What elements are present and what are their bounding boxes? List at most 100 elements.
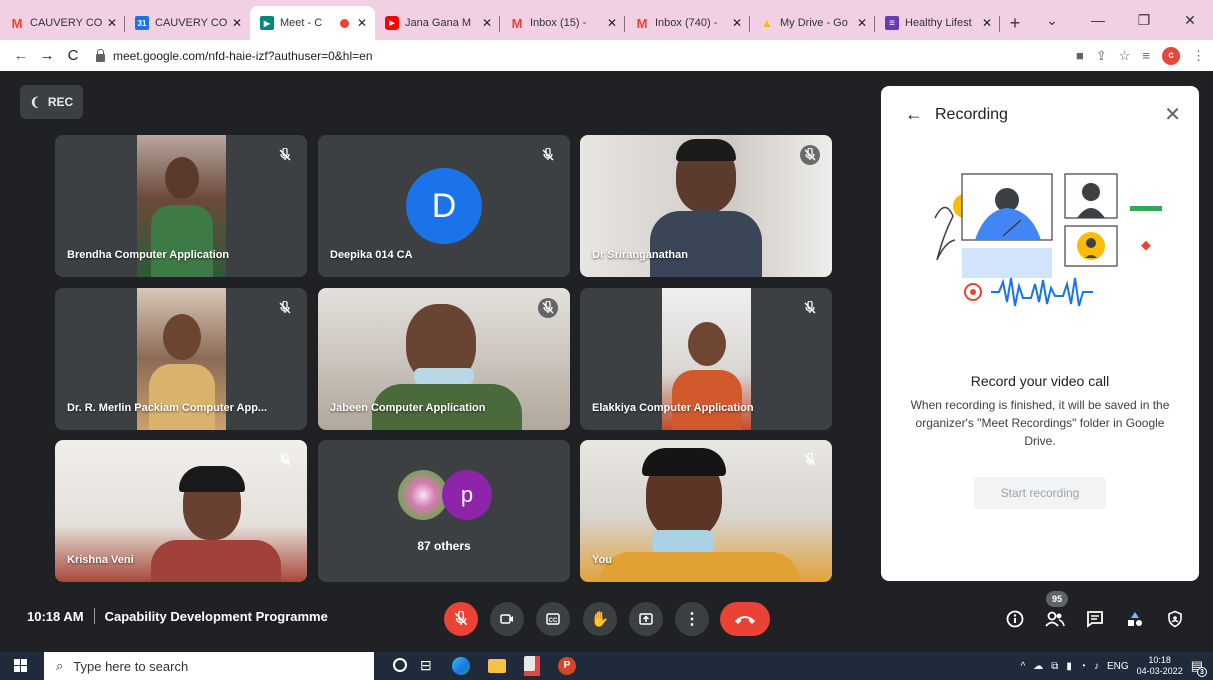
camera-in-use-icon[interactable]: ■ — [1076, 48, 1084, 63]
start-recording-button[interactable]: Start recording — [974, 477, 1106, 509]
wifi-icon[interactable]: ◔ — [1080, 661, 1086, 672]
chat-icon — [1087, 611, 1103, 628]
browser-tab[interactable]: 31 CAUVERY CO ✕ — [125, 6, 250, 40]
tab-close-icon[interactable]: ✕ — [355, 16, 369, 30]
participant-tile[interactable]: Krishna Veni — [55, 440, 307, 582]
powerpoint-icon[interactable]: P — [558, 657, 576, 675]
minimize-icon[interactable]: — — [1075, 12, 1121, 28]
meeting-title: Capability Development Programme — [104, 608, 328, 624]
participant-tile[interactable]: Dr. R. Merlin Packiam Computer App... — [55, 288, 307, 430]
recording-badge[interactable]: ❨ REC — [20, 85, 83, 119]
tab-close-icon[interactable]: ✕ — [980, 16, 994, 30]
share-icon[interactable]: ⇪ — [1096, 48, 1107, 64]
clock-date: 04-03-2022 — [1136, 666, 1183, 676]
participant-tile[interactable]: Jabeen Computer Application — [318, 288, 570, 430]
activities-button[interactable] — [1120, 604, 1150, 634]
tab-close-icon[interactable]: ✕ — [480, 16, 494, 30]
volume-icon[interactable]: ♪ — [1094, 661, 1099, 672]
participant-avatar: D — [406, 168, 482, 244]
people-button[interactable] — [1040, 604, 1070, 634]
new-tab-button[interactable]: + — [1000, 6, 1030, 40]
participant-tile[interactable]: Brendha Computer Application — [55, 135, 307, 277]
participant-tile[interactable]: p 87 others — [318, 440, 570, 582]
browser-tab-active[interactable]: ▶ Meet - C ✕ — [250, 6, 375, 40]
task-view-icon[interactable]: ⊟ — [420, 657, 432, 674]
tab-title: CAUVERY CO — [30, 17, 103, 29]
language-indicator[interactable]: ENG — [1107, 661, 1129, 672]
participant-avatar: p — [442, 470, 492, 520]
address-bar: ← → C meet.google.com/nfd-haie-izf?authu… — [0, 40, 1213, 71]
present-button[interactable] — [629, 602, 663, 636]
bookmark-star-icon[interactable]: ☆ — [1119, 48, 1131, 64]
more-options-button[interactable]: ⋮ — [675, 602, 709, 636]
tab-close-icon[interactable]: ✕ — [605, 16, 619, 30]
tray-expand-icon[interactable]: ^ — [1021, 661, 1026, 672]
tab-title: Inbox (15) - — [530, 17, 587, 29]
host-controls-button[interactable] — [1160, 604, 1190, 634]
back-arrow-icon[interactable]: ← — [905, 104, 923, 125]
network-icon[interactable]: ⧉ — [1051, 661, 1058, 672]
url-text: meet.google.com/nfd-haie-izf?authuser=0&… — [113, 48, 373, 63]
mic-off-icon — [538, 145, 558, 165]
tab-close-icon[interactable]: ✕ — [105, 16, 119, 30]
notification-count: 3 — [1197, 667, 1207, 677]
close-window-icon[interactable]: ✕ — [1167, 12, 1213, 29]
drive-icon: ▲ — [761, 16, 773, 30]
mic-toggle-button[interactable] — [444, 602, 478, 636]
meeting-info: 10:18 AM Capability Development Programm… — [27, 608, 328, 624]
browser-tab-strip: M CAUVERY CO ✕ 31 CAUVERY CO ✕ ▶ Meet - … — [0, 0, 1213, 40]
profile-avatar[interactable]: c — [1162, 46, 1180, 65]
lock-icon[interactable] — [96, 48, 105, 62]
windows-start-icon[interactable] — [14, 659, 27, 672]
notifications-icon[interactable]: ▤ 3 — [1191, 658, 1207, 677]
recording-panel: ← Recording ✕ Record your video call Whe… — [881, 86, 1199, 581]
tab-close-icon[interactable]: ✕ — [230, 16, 244, 30]
reading-list-icon[interactable]: ≡ — [1142, 48, 1150, 63]
chat-button[interactable] — [1080, 604, 1110, 634]
participant-tile[interactable]: Dr Sriranganathan — [580, 135, 832, 277]
taskbar-search-box[interactable]: ⌕ Type here to search — [44, 652, 374, 680]
cortana-icon[interactable] — [393, 658, 407, 672]
pinned-app-icon[interactable] — [524, 656, 540, 676]
participant-video — [580, 440, 832, 582]
meeting-details-button[interactable] — [1000, 604, 1030, 634]
camera-toggle-button[interactable] — [490, 602, 524, 636]
tab-title: My Drive - Go — [780, 17, 848, 29]
reload-icon[interactable]: C — [60, 47, 86, 64]
participant-tile-self[interactable]: You — [580, 440, 832, 582]
back-icon[interactable]: ← — [8, 47, 34, 64]
captions-button[interactable]: CC — [536, 602, 570, 636]
browser-tab[interactable]: M Inbox (740) - ✕ — [625, 6, 750, 40]
recording-description: When recording is finished, it will be s… — [910, 398, 1170, 448]
close-panel-icon[interactable]: ✕ — [1164, 102, 1181, 127]
captions-icon: CC — [546, 613, 560, 625]
taskbar-clock[interactable]: 10:18 04-03-2022 — [1137, 655, 1183, 677]
leave-call-button[interactable] — [720, 602, 770, 636]
browser-tab[interactable]: ▲ My Drive - Go ✕ — [750, 6, 875, 40]
browser-tab[interactable]: ≡ Healthy Lifest ✕ — [875, 6, 1000, 40]
meeting-time: 10:18 AM — [27, 608, 84, 624]
edge-icon[interactable] — [452, 657, 470, 675]
browser-tab[interactable]: ▶ Jana Gana M ✕ — [375, 6, 500, 40]
browser-tab[interactable]: M CAUVERY CO ✕ — [0, 6, 125, 40]
tab-close-icon[interactable]: ✕ — [730, 16, 744, 30]
participant-name: Deepika 014 CA — [330, 249, 413, 261]
calendar-icon: 31 — [135, 16, 149, 30]
forward-icon[interactable]: → — [34, 47, 60, 64]
url-field[interactable]: meet.google.com/nfd-haie-izf?authuser=0&… — [96, 48, 373, 63]
raise-hand-button[interactable]: ✋ — [583, 602, 617, 636]
restore-icon[interactable]: ❐ — [1121, 12, 1167, 29]
participant-tile[interactable]: Elakkiya Computer Application — [580, 288, 832, 430]
tab-search-icon[interactable]: ⌄ — [1029, 12, 1075, 29]
browser-tab[interactable]: M Inbox (15) - ✕ — [500, 6, 625, 40]
participant-name: Dr. R. Merlin Packiam Computer App... — [67, 402, 268, 414]
file-explorer-icon[interactable] — [488, 659, 506, 673]
participant-name: Krishna Veni — [67, 554, 134, 566]
tab-close-icon[interactable]: ✕ — [855, 16, 869, 30]
browser-menu-icon[interactable]: ⋮ — [1192, 48, 1205, 64]
onedrive-icon[interactable]: ☁ — [1033, 661, 1043, 672]
participant-tile[interactable]: D Deepika 014 CA — [318, 135, 570, 277]
mic-in-use-icon[interactable]: ▮ — [1066, 661, 1072, 672]
tab-title: Healthy Lifest — [905, 17, 972, 29]
windows-taskbar: ⌕ Type here to search ⊟ P ^ ☁ ⧉ ▮ ◔ ♪ EN… — [0, 652, 1213, 680]
